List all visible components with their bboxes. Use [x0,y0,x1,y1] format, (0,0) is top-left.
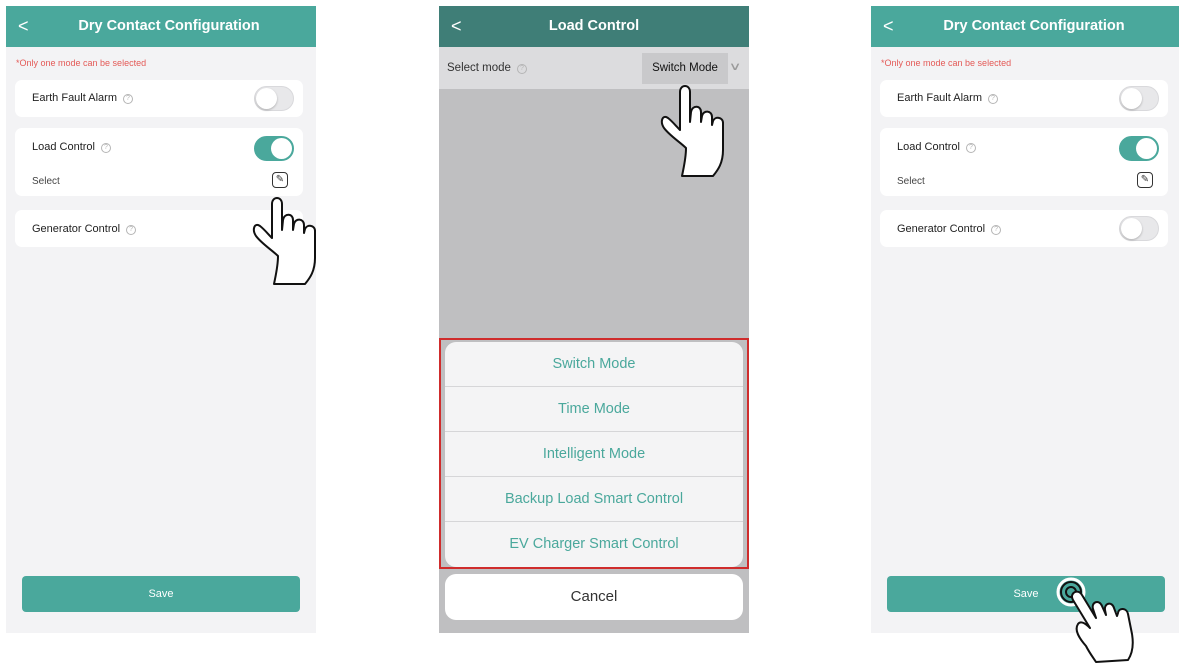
mode-action-sheet: Switch Mode Time Mode Intelligent Mode B… [445,342,743,567]
earth-fault-card: Earth Fault Alarm? [15,80,303,117]
option-ev-charger-smart-control[interactable]: EV Charger Smart Control [445,522,743,567]
header-bar: < Load Control [439,6,749,47]
load-control-row: Load Control? [32,141,111,153]
pointing-hand-icon [252,197,316,285]
generator-control-label: Generator Control [897,223,986,235]
select-label: Select [897,176,925,187]
toggle-knob [1121,218,1142,239]
help-circle-icon[interactable]: ? [101,143,111,153]
earth-fault-toggle[interactable] [1119,86,1159,111]
page-title: Load Control [548,18,640,34]
load-control-label: Load Control [897,141,960,153]
earth-fault-label: Earth Fault Alarm [32,92,117,104]
generator-row: Generator Control? [897,223,1002,235]
page-title: Dry Contact Configuration [78,18,260,34]
header-bar: < Dry Contact Configuration [6,6,316,47]
toggle-knob [271,138,292,159]
single-mode-warning: *Only one mode can be selected [16,58,147,68]
help-circle-icon[interactable]: ? [991,225,1002,235]
load-control-card: Load Control? Select ✎ [880,128,1168,196]
help-circle-icon[interactable]: ? [122,94,133,104]
cancel-button[interactable]: Cancel [445,574,743,620]
select-mode-row-label: Select mode? [447,62,527,74]
edit-pencil-icon[interactable]: ✎ [1137,172,1153,188]
pointing-hand-icon [660,85,724,177]
earth-fault-toggle[interactable] [254,86,294,111]
toggle-knob [256,88,277,109]
select-mode-label: Select mode [447,62,511,74]
page-title: Dry Contact Configuration [943,18,1125,34]
screen-dry-contact-config-1: < Dry Contact Configuration *Only one mo… [6,6,316,633]
screen-dry-contact-config-2: < Dry Contact Configuration *Only one mo… [871,6,1179,633]
save-button[interactable]: Save [22,576,300,612]
single-mode-warning: *Only one mode can be selected [881,58,1012,68]
earth-fault-row: Earth Fault Alarm? [32,92,133,104]
option-switch-mode[interactable]: Switch Mode [445,342,743,387]
earth-fault-card: Earth Fault Alarm? [880,80,1168,117]
load-control-label: Load Control [32,141,95,153]
load-control-row: Load Control? [897,141,976,153]
select-label: Select [32,176,60,187]
header-bar: < Dry Contact Configuration [871,6,1179,47]
option-time-mode[interactable]: Time Mode [445,387,743,432]
load-control-toggle[interactable] [1119,136,1159,161]
generator-toggle[interactable] [1119,216,1159,241]
earth-fault-row: Earth Fault Alarm? [897,92,998,104]
earth-fault-label: Earth Fault Alarm [897,92,982,104]
help-circle-icon[interactable]: ? [987,94,998,104]
generator-control-label: Generator Control [32,223,121,235]
toggle-knob [1121,88,1142,109]
generator-card: Generator Control? [880,210,1168,247]
help-circle-icon[interactable]: ? [516,64,527,74]
generator-row: Generator Control? [32,223,137,235]
tapping-hand-icon [1056,577,1134,663]
help-circle-icon[interactable]: ? [126,225,137,235]
load-control-toggle[interactable] [254,136,294,161]
option-intelligent-mode[interactable]: Intelligent Mode [445,432,743,477]
option-backup-load-smart-control[interactable]: Backup Load Smart Control [445,477,743,522]
toggle-knob [1136,138,1157,159]
help-circle-icon[interactable]: ? [966,143,976,153]
dropdown-chevron-icon[interactable]: ∨ [729,60,742,73]
